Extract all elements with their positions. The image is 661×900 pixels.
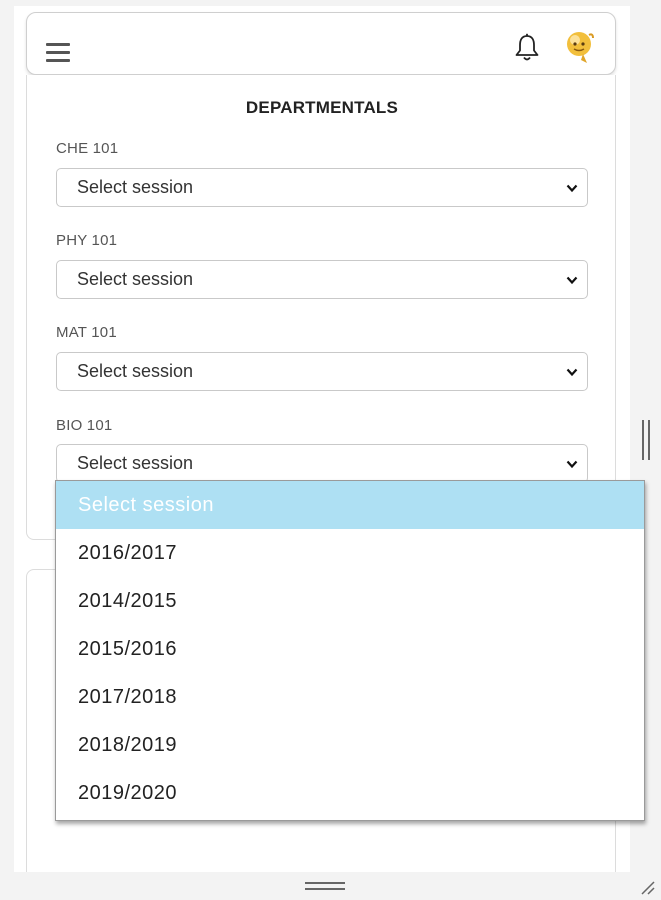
- chevron-down-icon: [566, 184, 578, 193]
- course-label-mat101: MAT 101: [56, 324, 117, 341]
- course-label-phy101: PHY 101: [56, 232, 118, 249]
- session-select-bio101[interactable]: Select session: [56, 444, 588, 483]
- dropdown-option[interactable]: 2016/2017: [56, 529, 644, 577]
- chevron-down-icon: [566, 276, 578, 285]
- resize-handle-bottom[interactable]: [305, 882, 345, 892]
- top-bar: [26, 12, 616, 75]
- dropdown-option[interactable]: Select session: [56, 481, 644, 529]
- session-select-phy101[interactable]: Select session: [56, 260, 588, 299]
- dropdown-option[interactable]: 2015/2016: [56, 625, 644, 673]
- course-label-che101: CHE 101: [56, 140, 119, 157]
- chevron-down-icon: [566, 460, 578, 469]
- course-label-bio101: BIO 101: [56, 417, 113, 434]
- chevron-down-icon: [566, 368, 578, 377]
- user-avatar[interactable]: [563, 29, 597, 65]
- dropdown-option[interactable]: 2014/2015: [56, 577, 644, 625]
- select-value: Select session: [77, 177, 194, 197]
- scrollbar-grip[interactable]: [642, 420, 651, 460]
- bell-icon[interactable]: [513, 33, 541, 63]
- dropdown-option[interactable]: 2019/2020: [56, 769, 644, 817]
- hamburger-menu-icon[interactable]: [46, 43, 70, 63]
- section-title: DEPARTMENTALS: [245, 98, 399, 117]
- dropdown-option[interactable]: 2018/2019: [56, 721, 644, 769]
- dropdown-option[interactable]: 2017/2018: [56, 673, 644, 721]
- select-value: Select session: [77, 361, 194, 381]
- session-select-mat101[interactable]: Select session: [56, 352, 588, 391]
- select-value: Select session: [77, 453, 194, 473]
- session-dropdown-list: Select session 2016/2017 2014/2015 2015/…: [55, 480, 645, 821]
- select-value: Select session: [77, 269, 194, 289]
- session-select-che101[interactable]: Select session: [56, 168, 588, 207]
- resize-corner-icon[interactable]: [638, 878, 656, 896]
